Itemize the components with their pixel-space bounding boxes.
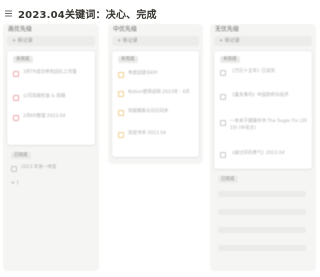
group-panel: 未完成 3月TR成功率和团队工作量 公司周报检查 & 排期 2月KR整理 202… [7, 51, 95, 145]
column-mid-priority: 中优先级 + 新记录 未完成 季度团建与KPI Notion使用说明 2023年… [108, 24, 203, 164]
task-title: 2023 年第一季度 [21, 165, 57, 170]
new-record-button[interactable]: + 新记录 [214, 36, 312, 46]
task-title: 《置身事内》中国政府与经济 [230, 93, 289, 98]
new-record-button[interactable]: + 新记录 [7, 36, 95, 46]
checkbox[interactable] [13, 114, 19, 121]
checkbox[interactable] [220, 93, 226, 100]
collapsed-done-item[interactable] [218, 209, 306, 215]
new-record-button[interactable]: + 新记录 [112, 36, 199, 46]
task-card[interactable]: 3月TR成功率和团队工作量 [13, 70, 91, 77]
checkbox[interactable] [118, 90, 124, 97]
group-label[interactable]: 未完成 [13, 56, 33, 63]
task-card[interactable]: 《万历十五年》已读完 [220, 69, 308, 76]
task-card[interactable]: 公司周报检查 & 排期 [13, 94, 91, 101]
checkbox[interactable] [118, 131, 124, 138]
column-no-priority: 无优先级 + 新记录 未完成 《万历十五年》已读完 《置身事内》中国政府与经济 … [210, 24, 316, 271]
task-title: 周报模板与日历同步 [128, 109, 169, 114]
group-panel: 未完成 季度团建与KPI Notion使用说明 2023年 · 4月 周报模板与… [112, 51, 199, 157]
task-title: 公司周报检查 & 排期 [23, 94, 66, 99]
column-high-priority: 高优先级 + 新记录 未完成 3月TR成功率和团队工作量 公司周报检查 & 排期… [3, 24, 99, 271]
done-task-card[interactable]: 2023 年第一季度 [11, 165, 95, 172]
task-title: 一本关于健康的书 The Sugar Fix (2019) (中英文) [230, 119, 307, 131]
task-title: 《万历十五年》已读完 [230, 69, 275, 74]
group-label[interactable]: 未完成 [118, 56, 138, 63]
checkbox[interactable] [13, 94, 19, 101]
checkbox[interactable] [13, 70, 19, 77]
done-group-label[interactable]: 已完成 [11, 152, 31, 159]
task-card[interactable]: 2月KR整理 2023.04 [13, 114, 91, 121]
task-card[interactable]: 周报模板与日历同步 [118, 109, 195, 116]
checkbox[interactable] [220, 119, 226, 126]
checkbox[interactable] [11, 165, 17, 172]
task-card[interactable]: 季度团建与KPI [118, 71, 195, 78]
task-card[interactable]: 完成书单 2023.04 [118, 131, 195, 138]
group-label[interactable]: 未完成 [220, 56, 240, 63]
task-title: 完成书单 2023.04 [128, 131, 167, 136]
task-card[interactable]: 一本关于健康的书 The Sugar Fix (2019) (中英文) [220, 119, 308, 132]
kanban-board: 高优先级 + 新记录 未完成 3月TR成功率和团队工作量 公司周报检查 & 排期… [0, 0, 320, 277]
task-title: Notion使用说明 2023年 · 4月 [128, 90, 190, 95]
collapsed-done-item[interactable] [218, 191, 306, 197]
group-panel: 未完成 《万历十五年》已读完 《置身事内》中国政府与经济 一本关于健康的书 Th… [214, 51, 312, 169]
count-label: ≡ 1 [11, 181, 20, 186]
task-title: 季度团建与KPI [128, 71, 158, 76]
done-group-label[interactable]: 已完成 [218, 176, 238, 183]
column-title: 高优先级 [8, 26, 33, 33]
checkbox[interactable] [220, 151, 226, 158]
collapsed-done-item[interactable] [218, 227, 306, 233]
collapsed-done-item[interactable] [218, 245, 306, 251]
task-card[interactable]: 《置身事内》中国政府与经济 [220, 93, 308, 100]
task-card[interactable]: 《被讨厌的勇气》2023.04 [220, 151, 308, 158]
column-title: 中优先级 [113, 26, 138, 33]
task-card[interactable]: Notion使用说明 2023年 · 4月 [118, 90, 195, 97]
task-title: 《被讨厌的勇气》2023.04 [230, 151, 285, 156]
checkbox[interactable] [220, 69, 226, 76]
column-title: 无优先级 [215, 26, 240, 33]
checkbox[interactable] [118, 71, 124, 78]
task-title: 2月KR整理 2023.04 [23, 114, 66, 119]
task-title: 3月TR成功率和团队工作量 [23, 70, 77, 75]
checkbox[interactable] [118, 109, 124, 116]
